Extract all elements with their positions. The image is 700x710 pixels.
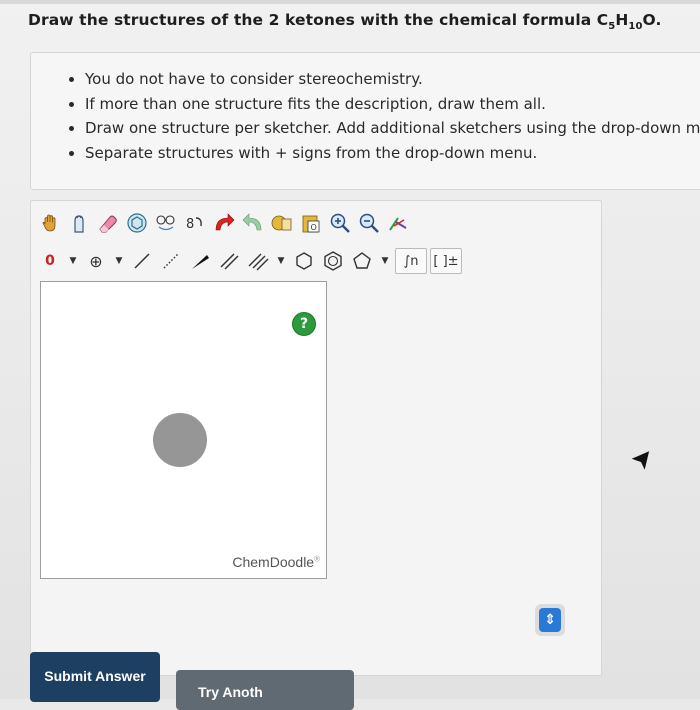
submit-answer-button[interactable]: Submit Answer <box>30 652 160 702</box>
clean-icon[interactable] <box>385 210 411 236</box>
charge-tool[interactable]: 0 <box>37 248 63 274</box>
pentagon-ring-icon[interactable] <box>349 248 375 274</box>
paste-icon[interactable]: O <box>298 210 324 236</box>
charge-plus-icon[interactable]: ⊕ <box>83 248 109 274</box>
instructions-box: You do not have to consider stereochemis… <box>30 52 700 190</box>
updown-icon: ⇕ <box>539 608 561 632</box>
instruction-item: Separate structures with + signs from th… <box>85 141 700 166</box>
dashed-bond-icon[interactable] <box>158 248 184 274</box>
instruction-item: You do not have to consider stereochemis… <box>85 67 700 92</box>
wedge-bond-icon[interactable] <box>187 248 213 274</box>
undo-arrow-icon[interactable] <box>211 210 237 236</box>
question-title-text: Draw the structures of the 2 ketones wit… <box>28 11 609 29</box>
zoom-in-icon[interactable] <box>327 210 353 236</box>
bracket-tool[interactable]: [ ]± <box>430 248 462 274</box>
svg-text:8: 8 <box>186 217 194 232</box>
toolbar-row-2: 0 ▼ ⊕ ▼ ▼ ▼ ∫n []± <box>37 247 462 275</box>
template-tool[interactable]: ∫n <box>395 248 427 274</box>
clear-icon[interactable] <box>153 210 179 236</box>
chevron-down-icon[interactable]: ▼ <box>274 248 288 274</box>
lasso-icon[interactable] <box>66 210 92 236</box>
toolbar-row-1: 8 O <box>37 209 411 237</box>
instruction-list: You do not have to consider stereochemis… <box>31 67 700 165</box>
cursor-dot <box>153 413 207 467</box>
eraser-icon[interactable] <box>95 210 121 236</box>
double-bond-icon[interactable] <box>216 248 242 274</box>
copy-icon[interactable] <box>269 210 295 236</box>
single-bond-icon[interactable] <box>129 248 155 274</box>
sketcher-menu-toggle[interactable]: ⇕ <box>535 604 565 636</box>
chemdoodle-brand: ChemDoodle® <box>232 554 320 570</box>
hexagon-ring-icon[interactable] <box>291 248 317 274</box>
cursor-icon <box>630 450 652 478</box>
hydrogen-symbol: H <box>615 11 629 29</box>
brand-name: ChemDoodle <box>232 554 315 570</box>
try-another-button[interactable]: Try Anoth <box>176 670 354 710</box>
sketcher-canvas[interactable]: ? ChemDoodle® <box>40 281 327 579</box>
oxygen-symbol: O. <box>642 11 662 29</box>
ring-select-icon[interactable] <box>124 210 150 236</box>
undo-icon[interactable]: 8 <box>182 210 208 236</box>
top-strip <box>0 0 700 4</box>
hydrogen-count: 10 <box>628 21 643 33</box>
screen: Draw the structures of the 2 ketones wit… <box>0 0 700 710</box>
redo-icon[interactable] <box>240 210 266 236</box>
svg-text:O: O <box>311 223 317 232</box>
brand-mark: ® <box>314 554 320 564</box>
zoom-out-icon[interactable] <box>356 210 382 236</box>
instruction-item: Draw one structure per sketcher. Add add… <box>85 116 700 141</box>
chevron-down-icon[interactable]: ▼ <box>66 248 80 274</box>
question-title: Draw the structures of the 2 ketones wit… <box>28 11 661 32</box>
charge-value: 0 <box>45 253 55 269</box>
sketcher-panel: 8 O 0 ▼ ⊕ ▼ ▼ ▼ ∫n []± ? ChemDoodle® <box>30 200 602 676</box>
triple-bond-icon[interactable] <box>245 248 271 274</box>
help-icon[interactable]: ? <box>292 312 316 336</box>
benzene-ring-icon[interactable] <box>320 248 346 274</box>
instruction-item: If more than one structure fits the desc… <box>85 92 700 117</box>
hand-icon[interactable] <box>37 210 63 236</box>
chevron-down-icon[interactable]: ▼ <box>112 248 126 274</box>
chevron-down-icon[interactable]: ▼ <box>378 248 392 274</box>
